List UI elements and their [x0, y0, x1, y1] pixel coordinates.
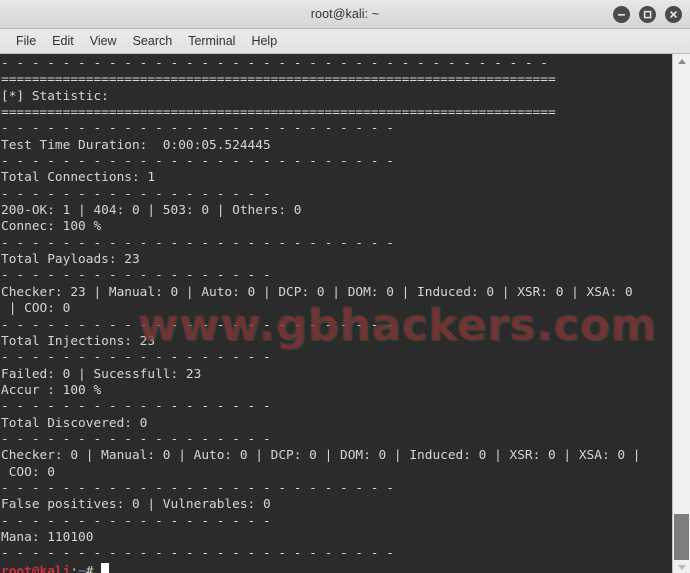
window-title: root@kali: ~: [310, 7, 380, 21]
terminal-line: Total Connections: 1: [1, 170, 156, 186]
terminal-line: Checker: 0 | Manual: 0 | Auto: 0 | DCP: …: [1, 448, 641, 464]
terminal-line: Connec: 100 %: [1, 219, 102, 235]
terminal-line: - - - - - - - - - - - - - - - - - -: [1, 350, 271, 366]
terminal-line: | COO: 0: [1, 301, 71, 317]
scrollbar-thumb[interactable]: [674, 514, 689, 560]
maximize-button[interactable]: [639, 5, 656, 23]
prompt-separator: :: [70, 563, 79, 573]
terminal-line: - - - - - - - - - - - - - - - - - - - - …: [1, 235, 394, 251]
terminal-line: Failed: 0 | Sucessfull: 23: [1, 366, 202, 382]
terminal-line: Total Discovered: 0: [1, 415, 148, 431]
terminal-line: - - - - - - - - - - - - - - - - - -: [1, 268, 271, 284]
terminal-line: ========================================…: [1, 72, 556, 88]
menu-item-view[interactable]: View: [82, 32, 125, 50]
terminal-window: root@kali: ~ File Edit View Search Termi…: [0, 0, 690, 573]
menu-item-edit[interactable]: Edit: [44, 32, 82, 50]
prompt-user: root@kali: [1, 563, 71, 573]
terminal-line: - - - - - - - - - - - - - - - - - - - - …: [1, 154, 394, 170]
terminal-line: 200-OK: 1 | 404: 0 | 503: 0 | Others: 0: [1, 203, 302, 219]
terminal-line: Checker: 23 | Manual: 0 | Auto: 0 | DCP:…: [1, 284, 633, 300]
menu-item-terminal[interactable]: Terminal: [180, 32, 243, 50]
menu-item-help[interactable]: Help: [243, 32, 285, 50]
terminal-line: - - - - - - - - - - - - - - - - - -: [1, 399, 271, 415]
chevron-up-icon: [677, 59, 686, 64]
terminal-line: ========================================…: [1, 105, 556, 121]
terminal-line: COO: 0: [1, 464, 55, 480]
terminal-line: Test Time Duration: 0:00:05.524445: [1, 137, 271, 153]
terminal-line: - - - - - - - - - - - - - - - - - -: [1, 513, 271, 529]
terminal-scrollbar[interactable]: [672, 54, 690, 573]
prompt-path: ~: [78, 563, 86, 573]
scroll-down-button[interactable]: [673, 560, 690, 573]
terminal-line: Mana: 110100: [1, 529, 94, 545]
terminal-text: - - - - - - - - - - - - - - - - - - - - …: [1, 56, 672, 573]
close-button[interactable]: [665, 5, 682, 23]
terminal-line: - - - - - - - - - - - - - - - - - -: [1, 431, 271, 447]
prompt-symbol: #: [85, 563, 102, 573]
terminal-output[interactable]: - - - - - - - - - - - - - - - - - - - - …: [0, 54, 672, 573]
menu-item-search[interactable]: Search: [125, 32, 181, 50]
terminal-line: False positives: 0 | Vulnerables: 0: [1, 497, 271, 513]
window-controls: [613, 0, 682, 28]
terminal-line: - - - - - - - - - - - - - - - - - - - - …: [1, 317, 394, 333]
shell-prompt-line[interactable]: root@kali:~#: [1, 562, 672, 573]
terminal-line: Total Injections: 23: [1, 333, 156, 349]
terminal-line: Accur : 100 %: [1, 382, 102, 398]
menu-bar: File Edit View Search Terminal Help: [0, 29, 690, 54]
terminal-line: - - - - - - - - - - - - - - - - - -: [1, 186, 271, 202]
terminal-cursor: [101, 562, 110, 573]
terminal-line: - - - - - - - - - - - - - - - - - - - - …: [1, 546, 394, 562]
menu-item-file[interactable]: File: [8, 32, 44, 50]
terminal-line: [*] Statistic:: [1, 88, 109, 104]
minimize-button[interactable]: [613, 5, 630, 23]
terminal-line: - - - - - - - - - - - - - - - - - - - - …: [1, 121, 394, 137]
close-icon: [670, 10, 677, 18]
terminal-area: - - - - - - - - - - - - - - - - - - - - …: [0, 54, 690, 573]
minimize-icon: [618, 13, 625, 16]
terminal-line: - - - - - - - - - - - - - - - - - - - - …: [1, 480, 394, 496]
maximize-icon: [643, 10, 652, 18]
terminal-line: - - - - - - - - - - - - - - - - - - - - …: [1, 56, 549, 71]
terminal-line: Total Payloads: 23: [1, 252, 140, 268]
chevron-down-icon: [677, 565, 686, 570]
scroll-up-button[interactable]: [673, 54, 690, 69]
title-bar: root@kali: ~: [0, 0, 690, 29]
